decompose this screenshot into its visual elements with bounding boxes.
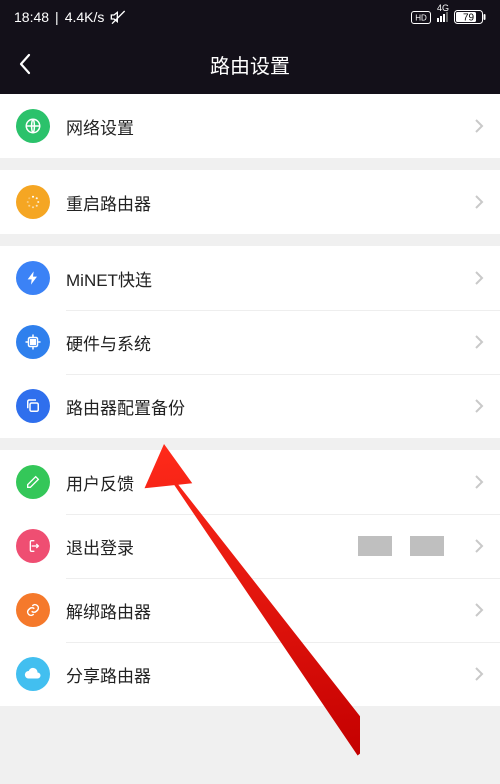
copy-icon [16, 389, 50, 423]
svg-text:79: 79 [463, 13, 475, 24]
row-label: 用户反馈 [66, 470, 474, 495]
chevron-right-icon [474, 118, 484, 134]
bolt-icon [16, 261, 50, 295]
row-restart-router[interactable]: 重启路由器 [0, 170, 500, 234]
chip-icon [16, 325, 50, 359]
section-spacer [0, 158, 500, 170]
hd-icon: HD [411, 11, 431, 24]
chevron-right-icon [474, 194, 484, 210]
chevron-right-icon [474, 270, 484, 286]
loading-icon [16, 185, 50, 219]
row-label: 分享路由器 [66, 662, 474, 687]
row-logout[interactable]: 退出登录 [0, 514, 500, 578]
row-share[interactable]: 分享路由器 [0, 642, 500, 706]
edit-icon [16, 465, 50, 499]
chevron-right-icon [474, 538, 484, 554]
row-label: MiNET快连 [66, 266, 474, 291]
battery-icon: 79 [454, 10, 486, 24]
row-feedback[interactable]: 用户反馈 [0, 450, 500, 514]
row-label: 硬件与系统 [66, 330, 474, 355]
signal-icon: 4G [437, 12, 448, 22]
chevron-right-icon [474, 398, 484, 414]
row-label: 重启路由器 [66, 190, 474, 215]
chevron-right-icon [474, 666, 484, 682]
redacted-area [358, 536, 444, 556]
status-speed: 4.4K/s [65, 9, 105, 25]
chevron-right-icon [474, 474, 484, 490]
row-label: 解绑路由器 [66, 598, 474, 623]
status-bar: 18:48 | 4.4K/s HD 4G [0, 0, 500, 34]
row-hardware-system[interactable]: 硬件与系统 [0, 310, 500, 374]
section-spacer [0, 234, 500, 246]
row-network-settings[interactable]: 网络设置 [0, 94, 500, 158]
chevron-right-icon [474, 334, 484, 350]
row-config-backup[interactable]: 路由器配置备份 [0, 374, 500, 438]
svg-text:HD: HD [415, 13, 427, 22]
row-unbind[interactable]: 解绑路由器 [0, 578, 500, 642]
status-time: 18:48 [14, 9, 49, 25]
chevron-right-icon [474, 602, 484, 618]
link-icon [16, 593, 50, 627]
row-label: 网络设置 [66, 114, 474, 139]
back-button[interactable] [0, 34, 50, 94]
page-title: 路由设置 [0, 50, 500, 79]
row-label: 路由器配置备份 [66, 394, 474, 419]
nav-bar: 路由设置 [0, 34, 500, 94]
globe-icon [16, 109, 50, 143]
mute-icon [110, 9, 126, 25]
cloud-icon [16, 657, 50, 691]
logout-icon [16, 529, 50, 563]
section-spacer [0, 438, 500, 450]
row-minet[interactable]: MiNET快连 [0, 246, 500, 310]
